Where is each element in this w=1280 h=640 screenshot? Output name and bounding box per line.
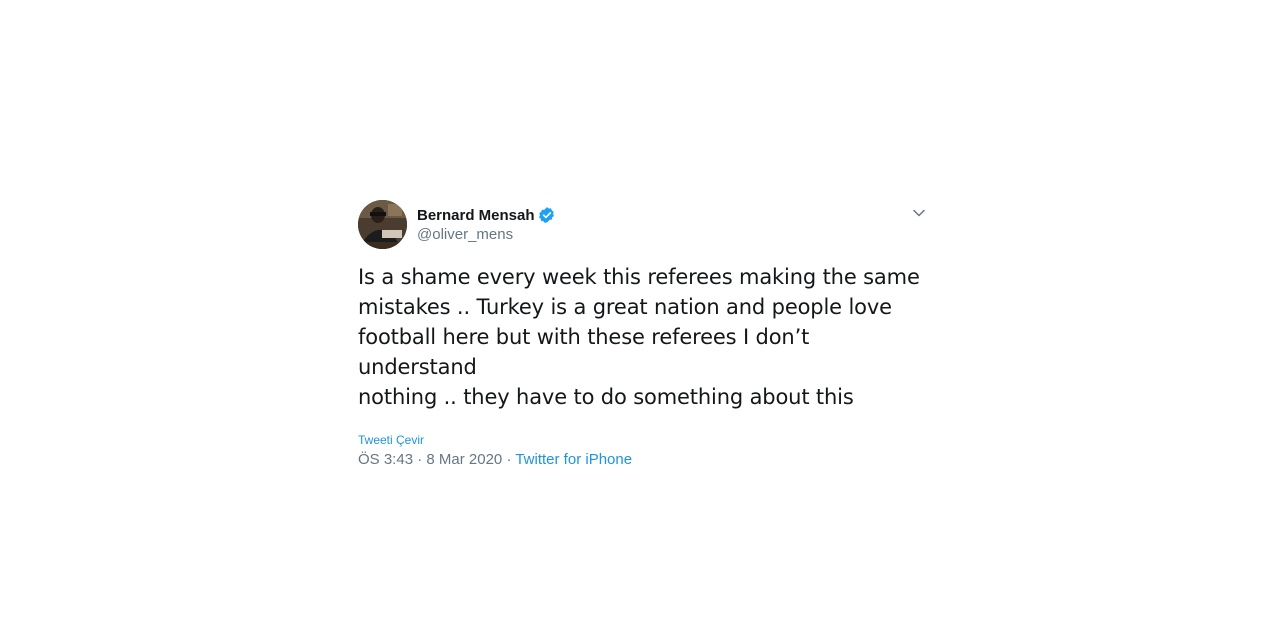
meta-separator: · bbox=[413, 451, 427, 468]
author-display-name[interactable]: Bernard Mensah bbox=[417, 207, 535, 224]
tweet-source-link[interactable]: Twitter for iPhone bbox=[515, 451, 632, 468]
tweet-header: Bernard Mensah @oliver_mens bbox=[358, 200, 928, 252]
tweet-time[interactable]: ÖS 3:43 bbox=[358, 451, 413, 468]
avatar[interactable] bbox=[358, 200, 407, 249]
tweet-card: Bernard Mensah @oliver_mens Is a shame e… bbox=[358, 200, 928, 468]
meta-separator: · bbox=[502, 451, 516, 468]
tweet-date[interactable]: 8 Mar 2020 bbox=[426, 451, 502, 468]
author-handle[interactable]: @oliver_mens bbox=[417, 226, 556, 243]
avatar-photo bbox=[358, 200, 407, 249]
display-name-row: Bernard Mensah bbox=[417, 205, 556, 225]
author-names: Bernard Mensah @oliver_mens bbox=[417, 205, 556, 243]
tweet-metadata: ÖS 3:43 · 8 Mar 2020 · Twitter for iPhon… bbox=[358, 451, 928, 468]
tweet-text: Is a shame every week this referees maki… bbox=[358, 265, 920, 409]
verified-badge-icon bbox=[538, 206, 556, 224]
chevron-down-icon[interactable] bbox=[910, 206, 928, 220]
translate-tweet-link[interactable]: Tweeti Çevir bbox=[358, 433, 928, 447]
